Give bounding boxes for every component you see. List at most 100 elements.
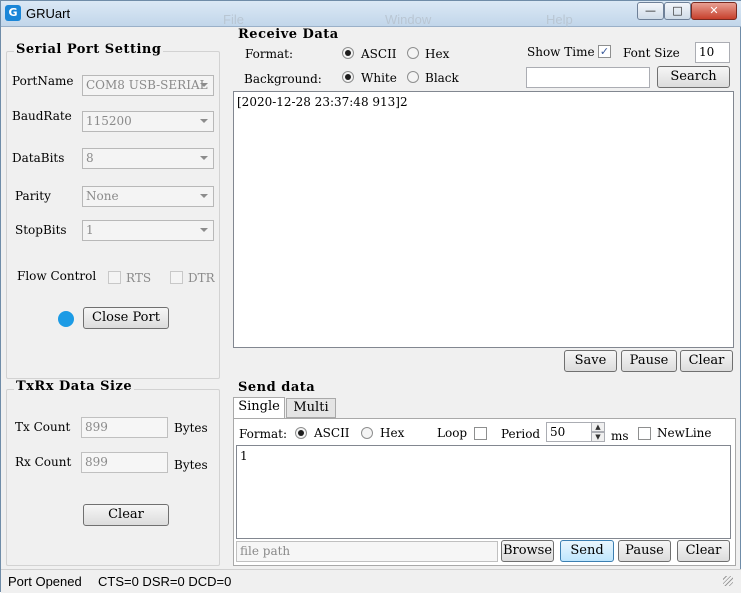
- send-input[interactable]: 1: [236, 445, 731, 539]
- chevron-up-icon: ▲: [595, 423, 601, 431]
- chevron-down-icon: ▼: [595, 433, 601, 441]
- receive-output[interactable]: [2020-12-28 23:37:48 913]2: [233, 91, 734, 348]
- baud-rate-value: 115200: [86, 114, 132, 128]
- period-up-button[interactable]: ▲: [591, 422, 605, 432]
- chevron-down-icon: [200, 156, 208, 160]
- parity-select[interactable]: None: [82, 186, 214, 207]
- send-ascii-label: ASCII: [314, 426, 350, 440]
- dtr-label: DTR: [188, 271, 215, 285]
- port-name-label: PortName: [12, 74, 74, 88]
- txrx-title: TxRx Data Size: [14, 379, 135, 394]
- baud-rate-label: BaudRate: [12, 109, 72, 123]
- period-unit-label: ms: [611, 429, 629, 443]
- chevron-down-icon: [200, 83, 208, 87]
- app-window: G GRUart File Window Help — □ ✕ Serial P…: [0, 0, 741, 593]
- rx-count-label: Rx Count: [15, 455, 72, 469]
- app-logo-icon: G: [5, 5, 21, 21]
- send-title: Send data: [236, 380, 318, 395]
- tab-multi[interactable]: Multi: [286, 398, 336, 418]
- tab-single[interactable]: Single: [233, 397, 285, 419]
- title-bar[interactable]: G GRUart File Window Help — □ ✕: [1, 1, 741, 27]
- background-black-label: Black: [425, 71, 459, 85]
- newline-label: NewLine: [657, 426, 712, 440]
- minimize-button[interactable]: —: [637, 2, 664, 20]
- stop-bits-select[interactable]: 1: [82, 220, 214, 241]
- send-hex-label: Hex: [380, 426, 405, 440]
- period-label: Period: [501, 427, 541, 441]
- browse-button[interactable]: Browse: [501, 540, 554, 562]
- period-down-button[interactable]: ▼: [591, 432, 605, 442]
- port-status-text: Port Opened: [8, 574, 82, 589]
- background-white-radio[interactable]: [342, 71, 354, 83]
- loop-label: Loop: [437, 426, 468, 440]
- show-time-label: Show Time: [527, 45, 595, 59]
- receive-pause-button[interactable]: Pause: [621, 350, 677, 372]
- receive-format-label: Format:: [245, 47, 294, 61]
- menu-help[interactable]: Help: [546, 12, 573, 27]
- data-bits-value: 8: [86, 151, 94, 165]
- minimize-icon: —: [645, 4, 656, 17]
- send-clear-button[interactable]: Clear: [677, 540, 730, 562]
- tx-count-label: Tx Count: [15, 420, 71, 434]
- period-input[interactable]: 50: [546, 422, 592, 442]
- serial-settings-title: Serial Port Setting: [14, 42, 164, 57]
- font-size-label: Font Size: [623, 46, 680, 60]
- receive-save-button[interactable]: Save: [564, 350, 617, 372]
- dtr-checkbox[interactable]: [170, 271, 183, 284]
- resize-grip-icon[interactable]: [723, 576, 733, 586]
- send-pause-button[interactable]: Pause: [618, 540, 671, 562]
- parity-label: Parity: [15, 189, 51, 203]
- port-status-led: [58, 311, 74, 327]
- serial-settings-group: [6, 51, 220, 379]
- parity-value: None: [86, 189, 119, 203]
- txrx-group: [6, 389, 220, 566]
- maximize-button[interactable]: □: [664, 2, 691, 20]
- background-white-label: White: [361, 71, 397, 85]
- rx-unit-label: Bytes: [174, 458, 208, 472]
- send-ascii-radio[interactable]: [295, 427, 307, 439]
- file-path-input[interactable]: file path: [236, 541, 498, 562]
- rx-count-field[interactable]: 899: [81, 452, 168, 473]
- stop-bits-value: 1: [86, 223, 94, 237]
- chevron-down-icon: [200, 119, 208, 123]
- tx-count-field[interactable]: 899: [81, 417, 168, 438]
- send-button[interactable]: Send: [560, 540, 614, 562]
- receive-clear-button[interactable]: Clear: [680, 350, 733, 372]
- send-hex-radio[interactable]: [361, 427, 373, 439]
- receive-hex-label: Hex: [425, 47, 450, 61]
- rts-checkbox[interactable]: [108, 271, 121, 284]
- rts-label: RTS: [126, 271, 152, 285]
- data-bits-label: DataBits: [12, 151, 65, 165]
- port-name-value: COM8 USB-SERIAL: [86, 78, 208, 92]
- signal-status-text: CTS=0 DSR=0 DCD=0: [98, 574, 232, 589]
- close-icon: ✕: [709, 4, 719, 17]
- menu-file[interactable]: File: [223, 12, 244, 27]
- maximize-icon: □: [672, 4, 683, 17]
- baud-rate-select[interactable]: 115200: [82, 111, 214, 132]
- window-title: GRUart: [26, 6, 71, 21]
- receive-title: Receive Data: [236, 27, 341, 42]
- loop-checkbox[interactable]: [474, 427, 487, 440]
- show-time-checkbox[interactable]: ✓: [598, 45, 611, 58]
- data-bits-select[interactable]: 8: [82, 148, 214, 169]
- search-button[interactable]: Search: [657, 66, 730, 88]
- font-size-input[interactable]: 10: [695, 42, 730, 63]
- status-bar: Port Opened CTS=0 DSR=0 DCD=0: [1, 569, 741, 593]
- newline-checkbox[interactable]: [638, 427, 651, 440]
- port-name-select[interactable]: COM8 USB-SERIAL: [82, 75, 214, 96]
- menu-window[interactable]: Window: [385, 12, 431, 27]
- close-button[interactable]: ✕: [691, 2, 737, 20]
- flow-control-label: Flow Control: [17, 269, 97, 283]
- chevron-down-icon: [200, 194, 208, 198]
- tx-unit-label: Bytes: [174, 421, 208, 435]
- receive-ascii-label: ASCII: [361, 47, 397, 61]
- chevron-down-icon: [200, 228, 208, 232]
- close-port-button[interactable]: Close Port: [83, 307, 169, 329]
- background-label: Background:: [244, 72, 322, 86]
- receive-hex-radio[interactable]: [407, 47, 419, 59]
- txrx-clear-button[interactable]: Clear: [83, 504, 169, 526]
- search-input[interactable]: [526, 67, 650, 88]
- background-black-radio[interactable]: [407, 71, 419, 83]
- send-format-label: Format:: [239, 427, 288, 441]
- receive-ascii-radio[interactable]: [342, 47, 354, 59]
